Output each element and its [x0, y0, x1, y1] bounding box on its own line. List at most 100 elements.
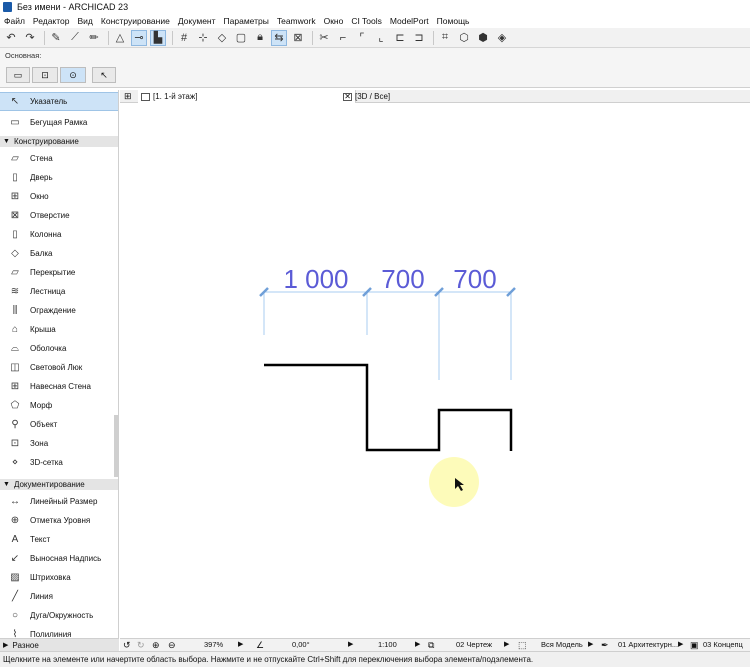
- scissors-icon[interactable]: ✂: [316, 30, 332, 46]
- tool-line[interactable]: ╱ Линия: [0, 587, 118, 606]
- tool-text[interactable]: A Текст: [0, 530, 118, 549]
- section-document[interactable]: ▼ Документирование: [0, 479, 118, 490]
- tool-morph[interactable]: ⬠ Морф: [0, 396, 118, 415]
- tab-3d[interactable]: [3D / Все]: [340, 90, 532, 103]
- adjust-icon[interactable]: ⊏: [392, 30, 408, 46]
- floor-plan-canvas[interactable]: 1 000 700 700: [120, 103, 750, 638]
- menu-file[interactable]: Файл: [0, 16, 29, 26]
- section-more[interactable]: ▶ Разное: [0, 638, 119, 651]
- tool-shell[interactable]: ⌓ Оболочка: [0, 339, 118, 358]
- tool-fill[interactable]: ▨ Штриховка: [0, 568, 118, 587]
- section-design[interactable]: ▼ Конструирование: [0, 136, 118, 147]
- tool-label-tool[interactable]: ↙ Выносная Надпись: [0, 549, 118, 568]
- menu-document[interactable]: Документ: [174, 16, 220, 26]
- cursor-snap-icon[interactable]: ⊹: [195, 30, 211, 46]
- redo-icon[interactable]: ↷: [22, 30, 38, 46]
- tool-door[interactable]: ▯ Дверь: [0, 168, 118, 187]
- rotate-icon[interactable]: ∠: [256, 640, 264, 651]
- tool-skylight[interactable]: ◫ Световой Люк: [0, 358, 118, 377]
- dimension-text-2[interactable]: 700: [381, 264, 424, 294]
- menu-edit[interactable]: Редактор: [29, 16, 74, 26]
- 3d-window-icon[interactable]: ◈: [494, 30, 510, 46]
- tool-dimension[interactable]: ↔ Линейный Размер: [0, 492, 118, 511]
- pen-set-dropdown-icon[interactable]: ▶: [678, 640, 683, 648]
- tool-level-dimension[interactable]: ⊕ Отметка Уровня: [0, 511, 118, 530]
- pointer-settings-icon[interactable]: ↖: [92, 67, 116, 83]
- zoom-dropdown-icon[interactable]: ▶: [238, 640, 243, 648]
- drawing-svg[interactable]: 1 000 700 700: [120, 103, 750, 638]
- fillet-icon[interactable]: ⌐: [335, 30, 351, 46]
- tool-arc-circle[interactable]: ○ Дуга/Окружность: [0, 606, 118, 625]
- tool-beam[interactable]: ◇ Балка: [0, 244, 118, 263]
- graphic-override-value[interactable]: 03 Концепц: [703, 640, 743, 649]
- tool-marquee[interactable]: ▭ Бегущая Рамка: [0, 113, 118, 132]
- menu-modelport[interactable]: ModelPort: [386, 16, 433, 26]
- selection-method-icon[interactable]: ⊙: [60, 67, 86, 83]
- dimension-text-1[interactable]: 1 000: [283, 264, 348, 294]
- trace-icon[interactable]: ⇆: [271, 29, 287, 46]
- tab-floor-plan[interactable]: [1. 1-й этаж] ✕: [138, 90, 356, 103]
- layer-dropdown-icon[interactable]: ▶: [504, 640, 509, 648]
- tool-railing[interactable]: ⫼ Ограждение: [0, 301, 118, 320]
- dimension-text-3[interactable]: 700: [453, 264, 496, 294]
- eyedropper-icon[interactable]: ✎: [48, 30, 64, 46]
- intersect-icon[interactable]: ⌜: [354, 30, 370, 46]
- pen-set-value[interactable]: 01 Архитектурн...: [618, 640, 678, 649]
- zoom-icon[interactable]: ⊖: [168, 640, 176, 651]
- menu-help[interactable]: Помощь: [433, 16, 474, 26]
- menu-teamwork[interactable]: Teamwork: [273, 16, 320, 26]
- split-icon[interactable]: ⊠: [290, 30, 306, 46]
- single-select-icon[interactable]: ▭: [6, 67, 30, 83]
- syringe-icon[interactable]: ⟋: [67, 30, 83, 46]
- menu-ci-tools[interactable]: CI Tools: [347, 16, 386, 26]
- guide-lines-icon[interactable]: △: [112, 30, 128, 46]
- grid-snap-icon[interactable]: #: [176, 30, 192, 46]
- tool-curtain-wall[interactable]: ⊞ Навесная Стена: [0, 377, 118, 396]
- undo-view-icon[interactable]: ↺: [123, 640, 131, 651]
- zoom-value[interactable]: 397%: [204, 640, 223, 649]
- tool-stair[interactable]: ≋ Лестница: [0, 282, 118, 301]
- undo-icon[interactable]: ↶: [3, 30, 19, 46]
- tool-wall[interactable]: ▱ Стена: [0, 149, 118, 168]
- zoom-in-icon[interactable]: ⊕: [152, 640, 160, 651]
- toolbox-scrollbar[interactable]: [114, 415, 118, 477]
- scale-dropdown-icon[interactable]: ▶: [415, 640, 420, 648]
- 3d-view-icon[interactable]: ⬡: [456, 30, 472, 46]
- suspend-groups-icon[interactable]: ◇: [214, 30, 230, 46]
- layers-icon[interactable]: ▢: [233, 30, 249, 46]
- gravity-icon[interactable]: ▙: [150, 29, 166, 46]
- tool-mesh[interactable]: ⋄ 3D-сетка: [0, 453, 118, 472]
- tool-window[interactable]: ⊞ Окно: [0, 187, 118, 206]
- multi-select-icon[interactable]: ⊡: [32, 67, 58, 83]
- tool-object[interactable]: ⚲ Объект: [0, 415, 118, 434]
- tab-overview-icon[interactable]: ⊞: [124, 91, 132, 102]
- lock-icon[interactable]: 🔒︎: [252, 30, 268, 46]
- tool-opening[interactable]: ⊠ Отверстие: [0, 206, 118, 225]
- redo-view-icon[interactable]: ↻: [137, 640, 145, 651]
- tool-column[interactable]: ▯ Колонна: [0, 225, 118, 244]
- tool-roof[interactable]: ⌂ Крыша: [0, 320, 118, 339]
- model-view-value[interactable]: Вся Модель: [541, 640, 583, 649]
- menu-design[interactable]: Конструирование: [97, 16, 174, 26]
- tool-pointer[interactable]: ↖ Указатель: [0, 92, 118, 111]
- scale-value[interactable]: 1:100: [378, 640, 397, 649]
- layer-combination-value[interactable]: 02 Чертеж: [456, 640, 492, 649]
- tool-polyline[interactable]: ⌇ Полилиния: [0, 625, 118, 638]
- solid-operations-icon[interactable]: ⌗: [437, 30, 453, 46]
- menu-window[interactable]: Окно: [320, 16, 348, 26]
- menu-view[interactable]: Вид: [74, 16, 97, 26]
- stair-icon: ≋: [10, 286, 20, 297]
- pointer-icon: ↖: [10, 96, 20, 107]
- menu-options[interactable]: Параметры: [220, 16, 273, 26]
- 3d-navigation-icon[interactable]: ⬢: [475, 30, 491, 46]
- angle-dropdown-icon[interactable]: ▶: [348, 640, 353, 648]
- tool-slab[interactable]: ▱ Перекрытие: [0, 263, 118, 282]
- drawn-polyline[interactable]: [264, 363, 513, 452]
- offset-icon[interactable]: ⊐: [411, 30, 427, 46]
- model-view-dropdown-icon[interactable]: ▶: [588, 640, 593, 648]
- pencil-icon[interactable]: ✏: [86, 30, 102, 46]
- snap-guides-icon[interactable]: ⊸: [131, 29, 147, 46]
- trim-icon[interactable]: ⌞: [373, 30, 389, 46]
- angle-value[interactable]: 0,00°: [292, 640, 310, 649]
- tool-zone[interactable]: ⊡ Зона: [0, 434, 118, 453]
